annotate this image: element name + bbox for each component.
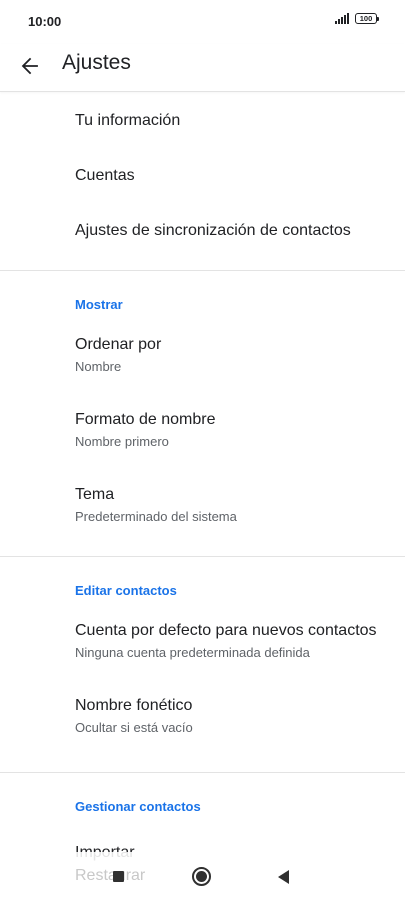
back-button[interactable] <box>14 50 46 82</box>
page-title: Ajustes <box>62 51 131 74</box>
settings-item-subtitle: Nombre <box>75 359 122 374</box>
settings-item-default-account[interactable]: Cuenta por defecto para nuevos contactos… <box>0 607 405 682</box>
section-header-label: Mostrar <box>75 297 123 312</box>
section-header-display: Mostrar <box>0 271 405 321</box>
settings-item-your-info[interactable]: Tu información <box>0 92 405 148</box>
settings-item-title: Cuenta por defecto para nuevos contactos <box>75 622 377 639</box>
settings-item-title: Tu información <box>75 112 181 129</box>
section-header-label: Gestionar contactos <box>75 799 201 814</box>
settings-item-subtitle: Predeterminado del sistema <box>75 509 237 524</box>
settings-item-title: Tema <box>75 486 115 503</box>
status-bar: 10:00 100 <box>0 0 405 44</box>
section-header-edit-contacts: Editar contactos <box>0 557 405 607</box>
arrow-left-icon <box>21 57 38 75</box>
recents-icon[interactable] <box>113 871 124 882</box>
section-header-manage-contacts: Gestionar contactos <box>0 773 405 823</box>
settings-item-accounts[interactable]: Cuentas <box>0 148 405 204</box>
settings-item-phonetic-name[interactable]: Nombre fonético Ocultar si está vacío <box>0 682 405 757</box>
battery-icon: 100 <box>355 13 379 24</box>
navigation-bar: Restaurar <box>0 852 405 902</box>
settings-item-subtitle: Ocultar si está vacío <box>75 720 193 735</box>
settings-item-subtitle: Nombre primero <box>75 434 169 449</box>
section-header-label: Editar contactos <box>75 583 177 598</box>
settings-item-name-format[interactable]: Formato de nombre Nombre primero <box>0 396 405 471</box>
settings-list: Tu información Cuentas Ajustes de sincro… <box>0 92 405 879</box>
settings-item-sort-by[interactable]: Ordenar por Nombre <box>0 321 405 396</box>
back-triangle-icon[interactable] <box>278 870 289 884</box>
settings-item-title: Nombre fonético <box>75 697 193 714</box>
status-icons: 100 <box>335 13 379 24</box>
settings-item-subtitle: Ninguna cuenta predeterminada definida <box>75 645 310 660</box>
settings-item-title: Ordenar por <box>75 336 162 353</box>
settings-item-theme[interactable]: Tema Predeterminado del sistema <box>0 471 405 546</box>
status-time: 10:00 <box>28 14 62 29</box>
app-bar: Ajustes <box>0 44 405 92</box>
settings-item-title: Ajustes de sincronización de contactos <box>75 222 351 239</box>
settings-item-restore[interactable]: Restaurar <box>75 867 145 885</box>
home-icon[interactable] <box>192 867 211 886</box>
settings-item-title: Cuentas <box>75 167 135 184</box>
battery-level: 100 <box>359 14 373 23</box>
signal-icon <box>335 13 349 24</box>
settings-item-title: Formato de nombre <box>75 411 216 428</box>
settings-item-contact-sync[interactable]: Ajustes de sincronización de contactos <box>0 204 405 260</box>
